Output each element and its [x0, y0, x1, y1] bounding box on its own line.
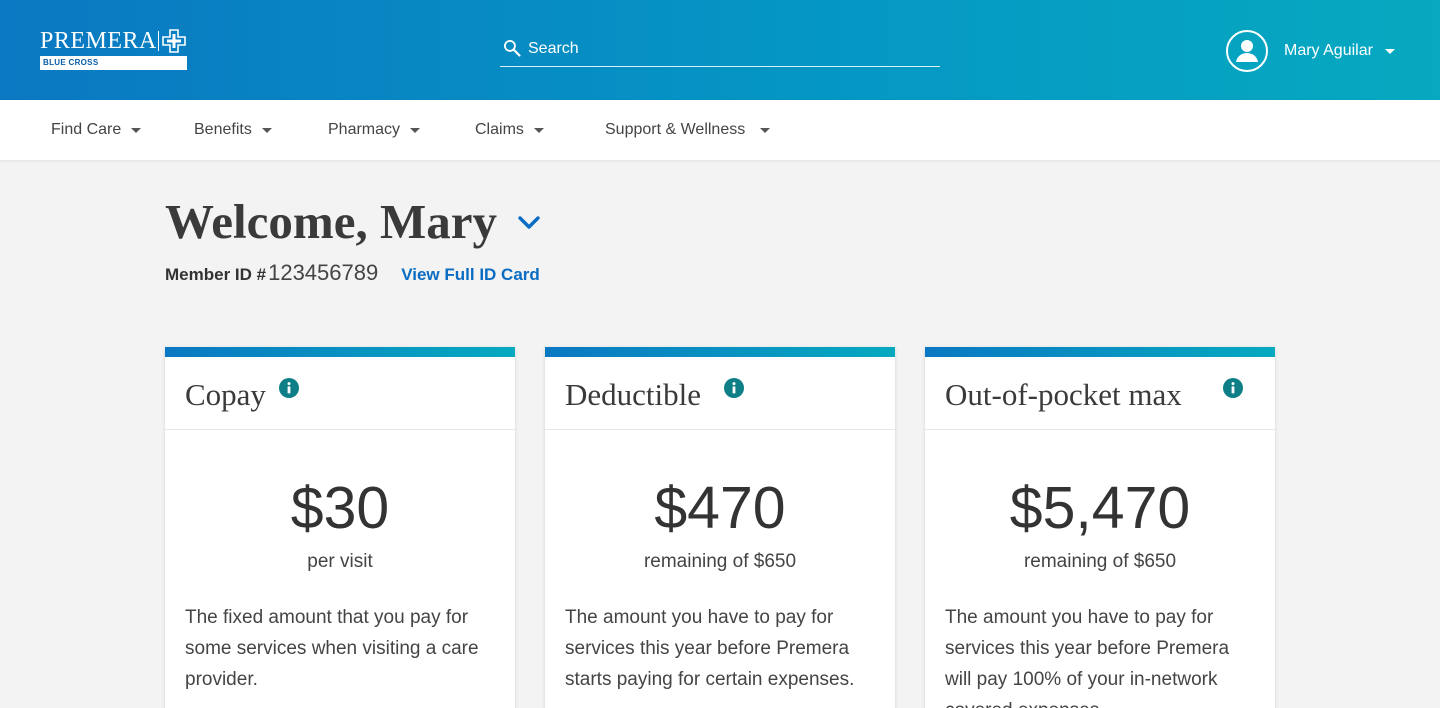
nav-item-find-care[interactable]: Find Care: [51, 100, 142, 160]
main-nav: Find Care Benefits Pharmacy Claims Suppo…: [0, 100, 1440, 160]
chevron-down-icon[interactable]: [515, 208, 543, 236]
card-title: Deductible: [565, 377, 702, 412]
premera-logo[interactable]: PREMERA BLUE CROSS: [40, 28, 187, 71]
card-subtitle: remaining of $650: [1023, 551, 1177, 572]
search-bar[interactable]: [500, 36, 940, 67]
caret-down-icon: [410, 127, 421, 133]
card-title: Copay: [185, 377, 266, 412]
card-description: The amount you have to pay for services …: [565, 607, 855, 690]
card-amount: $5,470: [1009, 475, 1191, 541]
welcome-heading: Welcome, Mary: [165, 194, 543, 250]
nav-item-claims[interactable]: Claims: [475, 100, 544, 160]
nav-item-support-wellness[interactable]: Support & Wellness: [605, 100, 771, 160]
caret-down-icon: [533, 127, 544, 133]
logo-tagline: BLUE CROSS: [40, 56, 187, 70]
member-id-label: Member ID #: [165, 265, 267, 284]
caret-down-icon: [1384, 48, 1395, 54]
deductible-card: Deductible $470 remaining of $650 The am…: [545, 347, 895, 708]
caret-down-icon: [261, 127, 272, 133]
card-amount: $470: [654, 475, 786, 541]
user-name: Mary Aguilar: [1284, 42, 1373, 59]
caret-down-icon: [760, 127, 771, 133]
card-accent-bar: [545, 347, 895, 357]
nav-item-label: Support & Wellness: [605, 121, 746, 138]
card-subtitle: remaining of $650: [643, 551, 797, 572]
page-title: Welcome, Mary: [165, 194, 497, 249]
copay-card: Copay $30 per visit The fixed amount tha…: [165, 347, 515, 708]
card-title: Out-of-pocket max: [945, 377, 1182, 412]
view-id-card-link[interactable]: View Full ID Card: [401, 265, 540, 285]
card-header: Copay: [165, 357, 515, 430]
nav-item-label: Benefits: [194, 121, 252, 138]
top-header: PREMERA BLUE CROSS Mary Aguilar: [0, 0, 1440, 100]
card-subtitle: per visit: [307, 551, 373, 572]
member-id-value: 123456789: [268, 260, 379, 285]
caret-down-icon: [131, 127, 142, 133]
member-id-row: Member ID # 123456789 View Full ID Card: [165, 260, 540, 286]
card-header: Out-of-pocket max: [925, 357, 1275, 430]
nav-item-label: Pharmacy: [328, 121, 401, 138]
user-menu-button[interactable]: Mary Aguilar: [1226, 29, 1395, 73]
nav-item-benefits[interactable]: Benefits: [194, 100, 272, 160]
blue-cross-icon: [162, 29, 186, 53]
nav-item-label: Find Care: [51, 121, 122, 138]
account-circle-icon: [1226, 30, 1268, 72]
info-icon[interactable]: [279, 378, 299, 398]
out-of-pocket-card: Out-of-pocket max $5,470 remaining of $6…: [925, 347, 1275, 708]
card-description: The fixed amount that you pay for some s…: [185, 607, 479, 690]
card-amount: $30: [290, 475, 390, 541]
logo-separator: [158, 31, 159, 51]
nav-item-label: Claims: [475, 121, 524, 138]
info-icon[interactable]: [724, 378, 744, 398]
logo-wordmark: PREMERA: [40, 28, 157, 54]
search-input[interactable]: [528, 36, 928, 62]
card-accent-bar: [925, 347, 1275, 357]
card-accent-bar: [165, 347, 515, 357]
card-description: The amount you have to pay for services …: [945, 607, 1230, 708]
nav-item-pharmacy[interactable]: Pharmacy: [328, 100, 421, 160]
info-icon[interactable]: [1223, 378, 1243, 398]
card-header: Deductible: [545, 357, 895, 430]
search-icon: [504, 40, 521, 57]
